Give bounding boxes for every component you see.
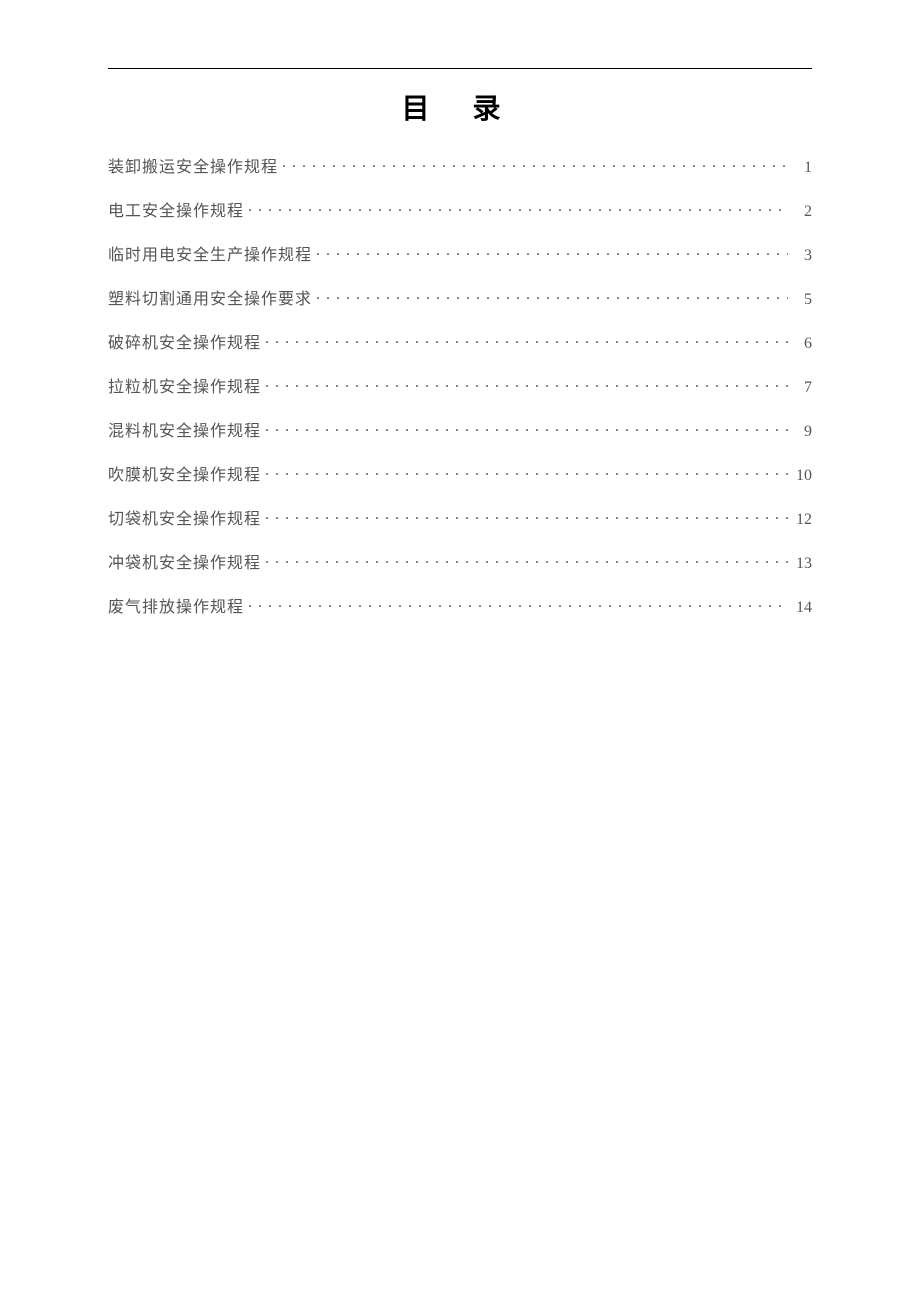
toc-leader-dots (316, 244, 788, 260)
toc-entry-page: 6 (792, 335, 812, 353)
toc-entry[interactable]: 拉粒机安全操作规程 7 (108, 373, 812, 397)
toc-entry-label: 电工安全操作规程 (108, 197, 244, 221)
toc-leader-dots (316, 288, 788, 304)
toc-entry-page: 2 (792, 203, 812, 221)
toc-entry[interactable]: 吹膜机安全操作规程 10 (108, 461, 812, 485)
toc-entry-page: 3 (792, 247, 812, 265)
toc-entry-page: 9 (792, 423, 812, 441)
toc-leader-dots (248, 596, 788, 612)
toc-entry[interactable]: 切袋机安全操作规程 12 (108, 505, 812, 529)
toc-entry[interactable]: 塑料切割通用安全操作要求 5 (108, 285, 812, 309)
document-page: 目 录 装卸搬运安全操作规程 1 电工安全操作规程 2 临时用电安全生产操作规程 3 塑料切… (0, 0, 920, 617)
toc-entry-label: 装卸搬运安全操作规程 (108, 153, 278, 177)
table-of-contents: 装卸搬运安全操作规程 1 电工安全操作规程 2 临时用电安全生产操作规程 3 塑料切割通用安… (108, 153, 812, 617)
toc-entry[interactable]: 破碎机安全操作规程 6 (108, 329, 812, 353)
toc-entry[interactable]: 电工安全操作规程 2 (108, 197, 812, 221)
toc-entry[interactable]: 临时用电安全生产操作规程 3 (108, 241, 812, 265)
toc-leader-dots (265, 420, 788, 436)
toc-entry-label: 拉粒机安全操作规程 (108, 373, 261, 397)
toc-leader-dots (265, 464, 788, 480)
toc-entry-page: 10 (792, 467, 812, 485)
toc-leader-dots (265, 508, 788, 524)
toc-entry-label: 切袋机安全操作规程 (108, 505, 261, 529)
toc-entry-label: 冲袋机安全操作规程 (108, 549, 261, 573)
toc-leader-dots (248, 200, 788, 216)
toc-leader-dots (265, 332, 788, 348)
top-rule (108, 68, 812, 69)
toc-leader-dots (282, 156, 788, 172)
toc-entry-page: 7 (792, 379, 812, 397)
toc-entry[interactable]: 装卸搬运安全操作规程 1 (108, 153, 812, 177)
toc-entry-label: 塑料切割通用安全操作要求 (108, 285, 312, 309)
toc-leader-dots (265, 552, 788, 568)
toc-entry-label: 吹膜机安全操作规程 (108, 461, 261, 485)
toc-entry-label: 临时用电安全生产操作规程 (108, 241, 312, 265)
toc-entry-page: 5 (792, 291, 812, 309)
toc-entry-label: 废气排放操作规程 (108, 593, 244, 617)
toc-entry[interactable]: 冲袋机安全操作规程 13 (108, 549, 812, 573)
toc-entry-label: 破碎机安全操作规程 (108, 329, 261, 353)
toc-entry-page: 14 (792, 599, 812, 617)
toc-entry[interactable]: 废气排放操作规程 14 (108, 593, 812, 617)
toc-entry-page: 13 (792, 555, 812, 573)
toc-entry-label: 混料机安全操作规程 (108, 417, 261, 441)
toc-entry-page: 12 (792, 511, 812, 529)
page-title: 目 录 (108, 87, 812, 127)
toc-leader-dots (265, 376, 788, 392)
toc-entry[interactable]: 混料机安全操作规程 9 (108, 417, 812, 441)
toc-entry-page: 1 (792, 159, 812, 177)
